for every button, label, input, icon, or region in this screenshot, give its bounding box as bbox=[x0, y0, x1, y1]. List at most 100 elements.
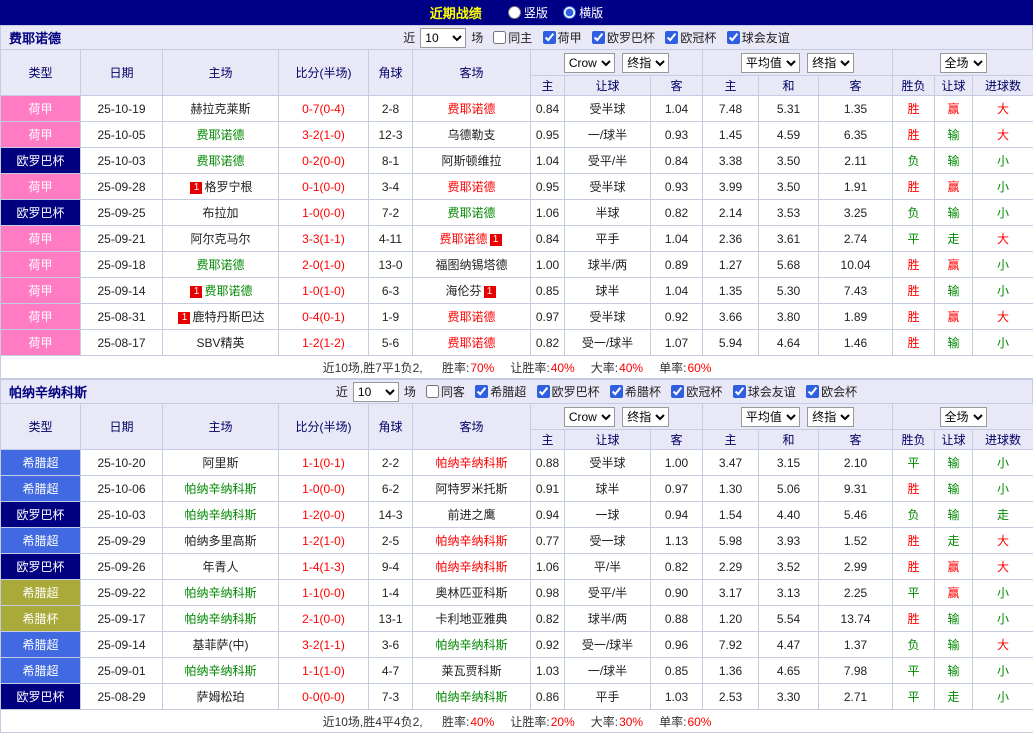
date-cell: 25-08-29 bbox=[81, 684, 163, 710]
home-team-name[interactable]: 阿里斯 bbox=[202, 456, 238, 470]
view-mode-radio[interactable] bbox=[508, 6, 521, 19]
bookmaker-metric-select[interactable]: 终指 bbox=[622, 53, 669, 73]
league-filter[interactable]: 欧冠杯 bbox=[665, 29, 716, 46]
league-filter[interactable]: 欧罗巴杯 bbox=[537, 383, 600, 400]
league-filter-checkbox[interactable] bbox=[426, 385, 439, 398]
league-filter-checkbox[interactable] bbox=[806, 385, 819, 398]
home-team-name[interactable]: 费耶诺德 bbox=[196, 128, 244, 142]
home-team-name[interactable]: 帕纳辛纳科斯 bbox=[184, 482, 256, 496]
away-team-name[interactable]: 莱瓦贾科斯 bbox=[441, 664, 501, 678]
league-filter-checkbox[interactable] bbox=[665, 31, 678, 44]
league-filter-checkbox[interactable] bbox=[537, 385, 550, 398]
home-team-name[interactable]: 赫拉克莱斯 bbox=[190, 102, 250, 116]
avg-away-cell: 1.91 bbox=[819, 174, 893, 200]
home-team-name[interactable]: 基菲萨(中) bbox=[193, 638, 249, 652]
league-filter[interactable]: 同主 bbox=[493, 29, 532, 46]
odds-handicap-cell: 受半球 bbox=[565, 450, 651, 476]
date-cell: 25-10-19 bbox=[81, 96, 163, 122]
view-mode-option[interactable]: 横版 bbox=[563, 4, 603, 21]
league-cell: 希腊超 bbox=[1, 528, 81, 554]
away-team-name[interactable]: 奥林匹亚科斯 bbox=[435, 586, 507, 600]
away-team-cell: 乌德勒支 bbox=[413, 122, 531, 148]
away-team-name[interactable]: 卡利地亚雅典 bbox=[435, 612, 507, 626]
league-filter-checkbox[interactable] bbox=[493, 31, 506, 44]
away-team-cell: 福图纳锡塔德 bbox=[413, 252, 531, 278]
away-team-name[interactable]: 费耶诺德 bbox=[439, 232, 487, 246]
corner-cell: 4-11 bbox=[369, 226, 413, 252]
league-filter-checkbox[interactable] bbox=[671, 385, 684, 398]
avg-home-cell: 3.38 bbox=[703, 148, 759, 174]
scope-select[interactable]: 全场 bbox=[940, 53, 987, 73]
away-team-cell: 奥林匹亚科斯 bbox=[413, 580, 531, 606]
match-count-select[interactable]: 10 bbox=[353, 382, 399, 402]
league-filter-checkbox[interactable] bbox=[610, 385, 623, 398]
home-team-name[interactable]: 帕纳辛纳科斯 bbox=[184, 612, 256, 626]
match-count-select[interactable]: 10 bbox=[420, 28, 466, 48]
away-team-name[interactable]: 费耶诺德 bbox=[447, 206, 495, 220]
home-team-name[interactable]: 费耶诺德 bbox=[196, 154, 244, 168]
result-wdl-cell: 平 bbox=[893, 580, 935, 606]
home-team-name[interactable]: 萨姆松珀 bbox=[196, 690, 244, 704]
away-team-name[interactable]: 海伦芬 bbox=[445, 284, 481, 298]
average-metric-select[interactable]: 终指 bbox=[807, 407, 854, 427]
corner-cell: 13-1 bbox=[369, 606, 413, 632]
home-team-name[interactable]: 格罗宁根 bbox=[204, 180, 252, 194]
average-select[interactable]: 平均值 bbox=[741, 53, 800, 73]
avg-draw-cell: 3.93 bbox=[759, 528, 819, 554]
league-filter[interactable]: 欧罗巴杯 bbox=[592, 29, 655, 46]
away-team-name[interactable]: 帕纳辛纳科斯 bbox=[435, 456, 507, 470]
league-filter-checkbox[interactable] bbox=[733, 385, 746, 398]
home-team-name[interactable]: 鹿特丹斯巴达 bbox=[192, 310, 264, 324]
bookmaker-select[interactable]: Crow bbox=[564, 53, 615, 73]
away-team-name[interactable]: 帕纳辛纳科斯 bbox=[435, 690, 507, 704]
away-team-name[interactable]: 前进之鹰 bbox=[447, 508, 495, 522]
average-metric-select[interactable]: 终指 bbox=[807, 53, 854, 73]
away-team-name[interactable]: 阿斯顿维拉 bbox=[441, 154, 501, 168]
away-team-name[interactable]: 帕纳辛纳科斯 bbox=[435, 534, 507, 548]
away-team-name[interactable]: 费耶诺德 bbox=[447, 180, 495, 194]
home-team-name[interactable]: 布拉加 bbox=[202, 206, 238, 220]
away-team-name[interactable]: 费耶诺德 bbox=[447, 336, 495, 350]
match-row: 欧罗巴杯 25-10-03 费耶诺德 0-2(0-0) 8-1 阿斯顿维拉 1.… bbox=[1, 148, 1033, 174]
avg-away-cell: 2.25 bbox=[819, 580, 893, 606]
view-mode-radio[interactable] bbox=[563, 6, 576, 19]
summary-stat-label: 让胜率: bbox=[510, 715, 549, 729]
league-filter[interactable]: 荷甲 bbox=[543, 29, 582, 46]
league-filter-checkbox[interactable] bbox=[543, 31, 556, 44]
league-filter[interactable]: 球会友谊 bbox=[733, 383, 796, 400]
league-filter-checkbox[interactable] bbox=[727, 31, 740, 44]
home-team-name[interactable]: 费耶诺德 bbox=[196, 258, 244, 272]
home-team-name[interactable]: 阿尔克马尔 bbox=[190, 232, 250, 246]
average-select[interactable]: 平均值 bbox=[741, 407, 800, 427]
away-team-name[interactable]: 福图纳锡塔德 bbox=[435, 258, 507, 272]
away-team-name[interactable]: 帕纳辛纳科斯 bbox=[435, 560, 507, 574]
home-team-name[interactable]: 帕纳辛纳科斯 bbox=[184, 508, 256, 522]
view-mode-option[interactable]: 竖版 bbox=[508, 4, 548, 21]
away-team-name[interactable]: 费耶诺德 bbox=[447, 310, 495, 324]
home-team-name[interactable]: 帕纳辛纳科斯 bbox=[184, 586, 256, 600]
away-team-name[interactable]: 费耶诺德 bbox=[447, 102, 495, 116]
league-filter[interactable]: 同客 bbox=[426, 383, 465, 400]
away-team-name[interactable]: 帕纳辛纳科斯 bbox=[435, 638, 507, 652]
scope-select[interactable]: 全场 bbox=[940, 407, 987, 427]
league-filter[interactable]: 球会友谊 bbox=[727, 29, 790, 46]
result-goals-cell: 小 bbox=[973, 606, 1033, 632]
league-filter[interactable]: 希腊超 bbox=[475, 383, 526, 400]
result-goals-cell: 小 bbox=[973, 476, 1033, 502]
league-filter-checkbox[interactable] bbox=[592, 31, 605, 44]
home-team-name[interactable]: 费耶诺德 bbox=[204, 284, 252, 298]
home-team-name[interactable]: SBV精英 bbox=[196, 336, 244, 350]
league-filter[interactable]: 欧冠杯 bbox=[671, 383, 722, 400]
away-team-name[interactable]: 阿特罗米托斯 bbox=[435, 482, 507, 496]
home-team-name[interactable]: 帕纳辛纳科斯 bbox=[184, 664, 256, 678]
bookmaker-select[interactable]: Crow bbox=[564, 407, 615, 427]
league-filter[interactable]: 欧会杯 bbox=[806, 383, 857, 400]
summary-row: 近10场,胜4平4负2, 胜率:40%让胜率:20%大率:30%单率:60% bbox=[1, 710, 1033, 733]
result-handicap-cell: 赢 bbox=[935, 252, 973, 278]
bookmaker-metric-select[interactable]: 终指 bbox=[622, 407, 669, 427]
home-team-name[interactable]: 帕纳多里高斯 bbox=[184, 534, 256, 548]
league-filter[interactable]: 希腊杯 bbox=[610, 383, 661, 400]
home-team-name[interactable]: 年青人 bbox=[202, 560, 238, 574]
away-team-name[interactable]: 乌德勒支 bbox=[447, 128, 495, 142]
league-filter-checkbox[interactable] bbox=[475, 385, 488, 398]
